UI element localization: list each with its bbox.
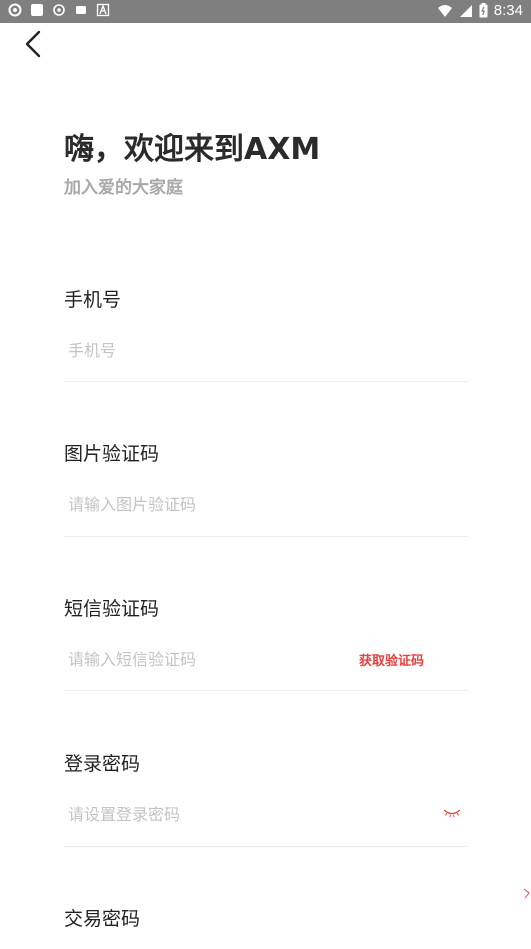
- sms-input-wrap: 获取验证码: [64, 644, 468, 684]
- sms-divider: [64, 690, 468, 691]
- sync-icon: [8, 3, 22, 17]
- phone-divider: [64, 381, 468, 382]
- login-password-divider: [64, 846, 468, 847]
- wifi-icon: [437, 4, 452, 17]
- captcha-input[interactable]: [64, 489, 368, 519]
- captcha-label: 图片验证码: [64, 443, 160, 465]
- phone-label: 手机号: [64, 289, 122, 311]
- chevron-left-icon: [25, 30, 41, 58]
- page-title: 嗨，欢迎来到AXM: [64, 132, 321, 167]
- signal-icon: [459, 4, 472, 17]
- status-bar-notifications: [8, 3, 110, 17]
- status-bar-system: 8:34: [437, 2, 523, 19]
- login-password-input[interactable]: [64, 799, 368, 829]
- battery-icon: [479, 3, 488, 18]
- page-subtitle: 加入爱的大家庭: [64, 178, 183, 198]
- captcha-field-group: 图片验证码: [64, 439, 468, 537]
- message-icon: [76, 6, 86, 14]
- sms-label: 短信验证码: [64, 598, 160, 620]
- phone-input[interactable]: [64, 335, 368, 365]
- login-password-input-wrap: [64, 799, 468, 839]
- phone-input-wrap: [64, 335, 468, 375]
- login-password-field-group: 登录密码: [64, 749, 468, 847]
- status-time: 8:34: [493, 2, 523, 19]
- eye-icon-fragment: [523, 888, 530, 899]
- captcha-divider: [64, 536, 468, 537]
- font-a-icon: [96, 3, 110, 17]
- eye-closed-icon[interactable]: [442, 807, 462, 819]
- phone-field-group: 手机号: [64, 285, 468, 382]
- sms-field-group: 短信验证码 获取验证码: [64, 594, 468, 691]
- back-button[interactable]: [20, 28, 50, 62]
- trade-password-field-group: 交易密码: [64, 904, 468, 931]
- captcha-input-wrap: [64, 489, 468, 529]
- sms-code-input[interactable]: [64, 644, 368, 674]
- get-code-button[interactable]: 获取验证码: [359, 650, 424, 669]
- record-icon: [53, 4, 65, 16]
- trade-password-label: 交易密码: [64, 908, 141, 930]
- app-icon: [31, 4, 43, 16]
- login-password-label: 登录密码: [64, 753, 141, 775]
- status-bar: 8:34: [0, 0, 531, 23]
